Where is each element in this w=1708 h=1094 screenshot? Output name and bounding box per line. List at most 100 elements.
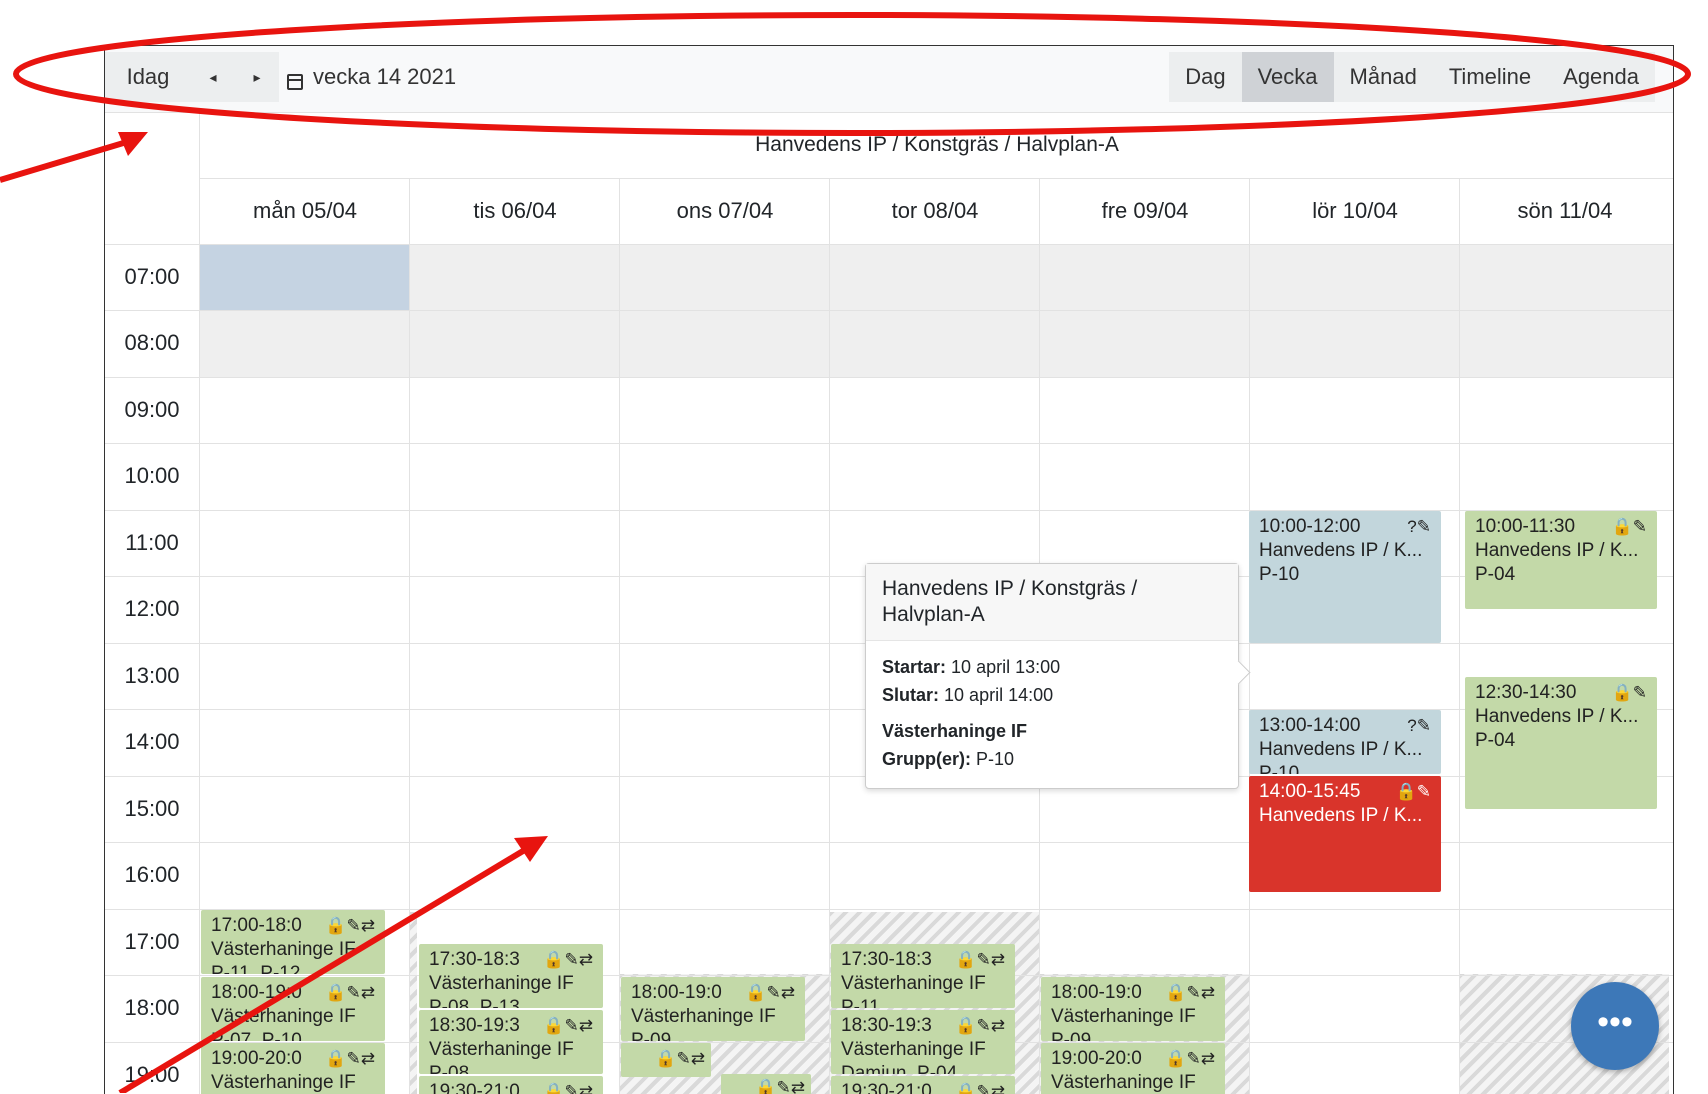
day-header-sun[interactable]: sön 11/04 (1459, 178, 1670, 244)
event-block[interactable]: ?✎ 13:00-14:00 Hanvedens IP / K... P-10 (1249, 710, 1441, 774)
event-block[interactable]: 🔒✎⇄ 18:30-19:3 Västerhaninge IF P-08 (419, 1010, 603, 1074)
event-block[interactable]: 🔒✎⇄ 17:00-18:0 Västerhaninge IF P-11, P-… (201, 910, 385, 974)
event-block[interactable]: 🔒✎ 12:30-14:30 Hanvedens IP / K... P-04 (1465, 677, 1657, 809)
day-header-mon[interactable]: mån 05/04 (199, 178, 410, 244)
event-time: 19:00-20:0 (1051, 1048, 1142, 1069)
event-block[interactable]: 🔒✎⇄ 18:00-19:0 Västerhaninge IF P-09 (1041, 977, 1225, 1041)
view-manad-button[interactable]: Månad (1334, 52, 1433, 102)
popover-end: Slutar: 10 april 14:00 (882, 681, 1222, 709)
event-time: 17:00-18:0 (211, 915, 302, 936)
day-line (1459, 244, 1460, 1094)
event-icons: ?✎ (1407, 716, 1431, 735)
selected-slot[interactable] (199, 244, 409, 310)
day-header-row: mån 05/04 tis 06/04 ons 07/04 tor 08/04 … (105, 178, 1673, 245)
event-block[interactable]: 🔒✎⇄ 19:30-21:0 (419, 1076, 603, 1094)
hour-line (105, 310, 1673, 311)
today-button[interactable]: Idag (105, 52, 191, 102)
day-header-thu[interactable]: tor 08/04 (829, 178, 1040, 244)
more-actions-button[interactable]: ••• (1571, 982, 1659, 1070)
event-block[interactable]: 🔒✎⇄ 17:30-18:3 Västerhaninge IF P-08, P-… (419, 944, 603, 1008)
event-group: P-07, P-10 (211, 1030, 302, 1041)
event-time: 17:30-18:3 (841, 949, 932, 970)
time-label: 13:00 (124, 663, 180, 688)
calendar-icon (287, 74, 303, 90)
event-group: P-08, P-13 (429, 997, 520, 1008)
day-header-wed[interactable]: ons 07/04 (619, 178, 830, 244)
event-time: 19:30-21:0 (429, 1081, 520, 1094)
event-icons: 🔒✎⇄ (325, 916, 375, 935)
hour-line (105, 244, 1673, 245)
popover-groups-value: P-10 (976, 749, 1015, 769)
time-label: 18:00 (124, 995, 180, 1020)
next-week-button[interactable]: ▸ (235, 52, 279, 102)
time-label: 12:00 (124, 596, 180, 621)
event-icons: 🔒✎⇄ (1165, 983, 1215, 1002)
event-icons: 🔒✎⇄ (955, 1082, 1005, 1094)
hour-line (105, 377, 1673, 378)
event-icons: ?✎ (1407, 517, 1431, 536)
prev-week-button[interactable]: ◂ (191, 52, 235, 102)
event-group: P-04 (1475, 564, 1516, 585)
caret-right-icon: ▸ (253, 69, 261, 85)
day-header-fri[interactable]: fre 09/04 (1039, 178, 1250, 244)
popover-title: Hanvedens IP / Konstgräs / Halvplan-A (866, 564, 1238, 641)
event-group: P-09 (631, 1030, 672, 1041)
event-icons: 🔒✎⇄ (755, 1078, 805, 1094)
event-icons: 🔒✎⇄ (325, 1049, 375, 1068)
event-time: 18:30-19:3 (429, 1015, 520, 1036)
event-block[interactable]: 🔒✎⇄ 19:30-21:0 (831, 1076, 1015, 1094)
week-picker[interactable]: vecka 14 2021 (279, 52, 456, 102)
event-icons: 🔒✎ (1395, 782, 1431, 801)
event-icons: 🔒✎⇄ (325, 983, 375, 1002)
event-time: 14:00-15:45 (1259, 781, 1361, 802)
event-block[interactable]: 🔒✎⇄ (721, 1074, 811, 1094)
event-group: P-11 (841, 997, 880, 1008)
event-block[interactable]: 🔒✎⇄ 18:00-19:0 Västerhaninge IF P-07, P-… (201, 977, 385, 1041)
event-block[interactable]: 🔒✎⇄ (621, 1043, 711, 1077)
event-title: Västerhaninge IF (211, 939, 356, 960)
event-title: Västerhaninge IF (1051, 1072, 1196, 1093)
event-block[interactable]: 🔒✎⇄ 18:30-19:3 Västerhaninge IF Damjun, … (831, 1010, 1015, 1074)
view-switcher: Dag Vecka Månad Timeline Agenda (1169, 52, 1655, 102)
event-title: Hanvedens IP / K... (1259, 805, 1423, 826)
event-block[interactable]: 🔒✎⇄ 18:00-19:0 Västerhaninge IF P-09 (621, 977, 805, 1041)
event-title: Västerhaninge IF (429, 1039, 574, 1060)
event-title: Västerhaninge IF (211, 1006, 356, 1027)
event-group: P-04 (1475, 730, 1516, 751)
view-agenda-button[interactable]: Agenda (1547, 52, 1655, 102)
event-title: Hanvedens IP / K... (1475, 540, 1639, 561)
day-line (409, 244, 410, 1094)
event-block[interactable]: 🔒✎ 10:00-11:30 Hanvedens IP / K... P-04 (1465, 511, 1657, 609)
day-header-sat[interactable]: lör 10/04 (1249, 178, 1460, 244)
caret-left-icon: ◂ (209, 69, 217, 85)
calendar-toolbar: Idag ◂ ▸ vecka 14 2021 Dag Vecka Månad T… (105, 46, 1673, 113)
popover-start: Startar: 10 april 13:00 (882, 653, 1222, 681)
event-group: P-10 (1259, 564, 1300, 585)
event-block[interactable]: 🔒✎⇄ 19:00-20:0 Västerhaninge IF (1041, 1043, 1225, 1094)
event-icons: 🔒✎ (1611, 517, 1647, 536)
event-block[interactable]: ?✎ 10:00-12:00 Hanvedens IP / K... P-10 (1249, 511, 1441, 643)
event-icons: 🔒✎⇄ (543, 1016, 593, 1035)
event-title: Västerhaninge IF (841, 973, 986, 994)
event-icons: 🔒✎⇄ (655, 1049, 705, 1068)
unavailable-area (409, 912, 417, 1094)
event-icons: 🔒✎⇄ (955, 1016, 1005, 1035)
event-icons: 🔒✎⇄ (543, 950, 593, 969)
time-label: 14:00 (124, 729, 180, 754)
day-line (829, 244, 830, 1094)
event-time: 18:00-19:0 (631, 982, 722, 1003)
view-vecka-button[interactable]: Vecka (1241, 52, 1334, 102)
view-timeline-button[interactable]: Timeline (1433, 52, 1547, 102)
event-block[interactable]: 🔒✎ 14:00-15:45 Hanvedens IP / K... (1249, 776, 1441, 892)
event-icons: 🔒✎⇄ (543, 1082, 593, 1094)
day-header-tue[interactable]: tis 06/04 (409, 178, 620, 244)
event-time: 19:30-21:0 (841, 1081, 932, 1094)
event-group: Damjun, P-04 (841, 1063, 958, 1074)
event-block[interactable]: 🔒✎⇄ 17:30-18:3 Västerhaninge IF P-11 (831, 944, 1015, 1008)
time-label: 08:00 (124, 330, 180, 355)
event-block[interactable]: 🔒✎⇄ 19:00-20:0 Västerhaninge IF (201, 1043, 385, 1094)
event-title: Hanvedens IP / K... (1475, 706, 1639, 727)
event-title: Västerhaninge IF (841, 1039, 986, 1060)
event-title: Västerhaninge IF (631, 1006, 776, 1027)
view-dag-button[interactable]: Dag (1169, 52, 1241, 102)
